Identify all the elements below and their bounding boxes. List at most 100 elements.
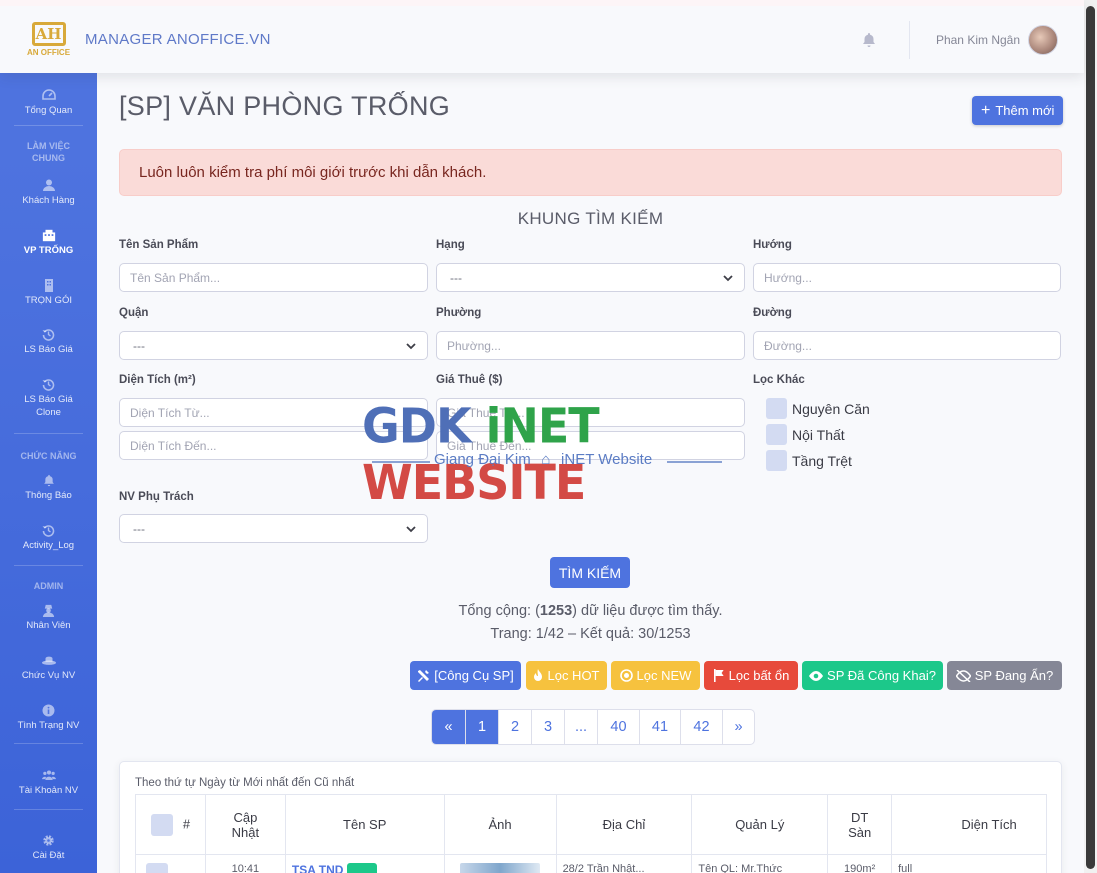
col-header-dien-tich[interactable]: Diện Tích [891,794,1047,855]
sidebar-item-tong-quan[interactable]: Tổng Quan [0,81,97,125]
row-anh[interactable] [443,854,557,873]
product-thumbnail[interactable] [460,863,541,873]
alert-banner: Luôn luôn kiểm tra phí môi giới trước kh… [119,149,1062,196]
pagination-prev[interactable]: « [432,710,465,744]
row-ten-sp[interactable]: TSA TND [284,854,445,873]
action-label: SP Đang Ẩn? [974,668,1054,683]
bell-icon[interactable] [859,30,879,50]
hang-select[interactable]: --- [436,263,745,292]
history-icon [42,377,56,391]
col-header-quan-ly[interactable]: Quản Lý [691,794,829,855]
topbar-divider [908,20,910,59]
checkbox-label: Nguyên Căn [792,400,870,417]
loc-hot-button[interactable]: Lọc HOT [526,661,607,690]
chevron-down-icon [406,343,416,350]
info-icon [42,703,56,717]
sidebar-item-activity-log[interactable]: Activity_Log [0,521,97,555]
sp-cong-khai-button[interactable]: SP Đã Công Khai? [802,661,943,690]
tang-tret-checkbox[interactable]: Tầng Trệt [766,450,852,471]
action-label: [Công Cụ SP] [434,668,514,683]
eye-slash-icon [955,669,971,682]
sidebar-item-khach-hang[interactable]: Khách Hàng [0,176,97,210]
watermark-line-left [372,461,430,463]
huong-input[interactable]: Hướng... [753,263,1061,292]
brand-title[interactable]: MANAGER ANOFFICE.VN [85,31,271,48]
noi-that-checkbox[interactable]: Nội Thất [766,424,845,445]
pagination-next[interactable]: » [722,710,754,744]
gear-icon [42,833,56,847]
sidebar-item-ls-bao-gia-clone[interactable]: LS Báo Giá Clone [0,375,97,421]
loc-bat-on-button[interactable]: Lọc bất ổn [704,661,798,690]
sidebar-item-label: Tình Trạng NV [17,720,80,732]
search-button[interactable]: TÌM KIẾM [550,557,630,588]
sidebar-heading: LÀM VIỆC CHUNG [26,141,70,164]
ten-sp-input[interactable]: Tên Sản Phẩm... [119,263,428,292]
select-all-checkbox[interactable] [150,813,173,836]
eye-icon [809,670,824,681]
col-header-ten-sp[interactable]: Tên SP [284,794,445,855]
sidebar-item-cai-dat[interactable]: Cài Đặt [0,831,97,865]
hang-label: Hạng [436,239,465,251]
pagination-page[interactable]: 42 [680,710,722,744]
pagination-page[interactable]: 3 [531,710,564,744]
action-label: Lọc HOT [547,668,600,683]
add-new-button[interactable]: + Thêm mới [972,96,1064,125]
col-header-cap-nhat[interactable]: Cập Nhật [204,794,286,855]
duong-input[interactable]: Đường... [753,331,1061,360]
sp-dang-an-button[interactable]: SP Đang Ẩn? [947,661,1062,690]
scrollbar-thumb[interactable] [1086,6,1095,869]
results-table: # Cập Nhật Tên SP Ảnh Địa Chỉ Quản Lý DT… [135,794,1047,873]
nv-phu-trach-select[interactable]: --- [119,514,428,543]
pagination-page[interactable]: 40 [597,710,639,744]
topbar: AH AN OFFICE MANAGER ANOFFICE.VN Phan Ki… [0,0,1084,73]
sidebar-item-ls-bao-gia[interactable]: LS Báo Giá [0,325,97,359]
logo-mark: AH [31,22,66,46]
checkbox-box[interactable] [766,450,787,471]
pagination-page[interactable]: 2 [498,710,531,744]
search-section-title: KHUNG TÌM KIẾM [517,209,664,228]
row-checkbox[interactable] [146,863,168,873]
checkbox-box[interactable] [766,398,787,419]
checkbox-box[interactable] [766,424,787,445]
logo[interactable]: AH AN OFFICE [0,6,97,73]
pagination-page[interactable]: 1 [465,710,498,744]
scrollbar[interactable] [1084,0,1097,873]
nguyen-can-checkbox[interactable]: Nguyên Căn [766,398,870,419]
sidebar-item-tai-khoan-nv[interactable]: Tài Khoản NV [0,766,97,800]
table-row[interactable]: 10:41 TSA TND 28/2 Trần Nhật... Tên QL: … [135,854,1047,873]
sidebar-divider [14,433,83,434]
row-select[interactable] [135,854,206,873]
sidebar-item-chuc-vu-nv[interactable]: Chức Vụ NV [0,651,97,685]
sidebar-item-tinh-trang-nv[interactable]: Tình Trạng NV [0,701,97,735]
gia-thue-from-input[interactable]: Giá Thuê Từ... [436,398,745,427]
user-secret-icon [42,603,56,617]
gia-thue-to-input[interactable]: Giá Thuê Đến... [436,431,745,460]
avatar[interactable] [1028,24,1058,55]
sidebar-item-vp-trong[interactable]: VP TRỐNG [0,226,97,260]
new-icon [619,669,633,682]
sidebar-item-label: LS Báo Giá Clone [24,394,73,418]
total-summary: Tổng cộng: (1253) dữ liệu được tìm thấy. [119,603,1062,619]
product-link[interactable]: TSA TND [292,863,344,873]
users-icon [41,768,56,782]
sidebar-item-nhan-vien[interactable]: Nhân Viên [0,601,97,635]
quan-select[interactable]: --- [119,331,428,360]
col-header-dia-chi[interactable]: Địa Chỉ [555,794,693,855]
pagination-page[interactable]: 41 [639,710,680,744]
row-cap-nhat: 10:41 [204,854,286,873]
sidebar-item-thong-bao[interactable]: Thông Báo [0,471,97,505]
row-dia-chi: 28/2 Trần Nhật... [555,854,693,873]
dien-tich-from-input[interactable]: Diện Tích Từ... [119,398,428,427]
dien-tich-to-input[interactable]: Diện Tích Đến... [119,431,428,460]
col-header-label: Cập Nhật [231,809,260,840]
col-header-dt-san[interactable]: DT Sàn [827,794,893,855]
sidebar-item-tron-goi[interactable]: TRỌN GÓI [0,276,97,310]
history-icon [42,523,56,537]
sidebar-item-label: Nhân Viên [26,620,71,632]
row-dien-tich: full [891,854,1047,873]
cong-cu-sp-button[interactable]: [Công Cụ SP] [410,661,521,690]
user-name[interactable]: Phan Kim Ngân [936,33,1020,47]
loc-new-button[interactable]: Lọc NEW [611,661,700,690]
total-suffix: ) dữ liệu được tìm thấy. [572,603,723,619]
phuong-input[interactable]: Phường... [436,331,745,360]
